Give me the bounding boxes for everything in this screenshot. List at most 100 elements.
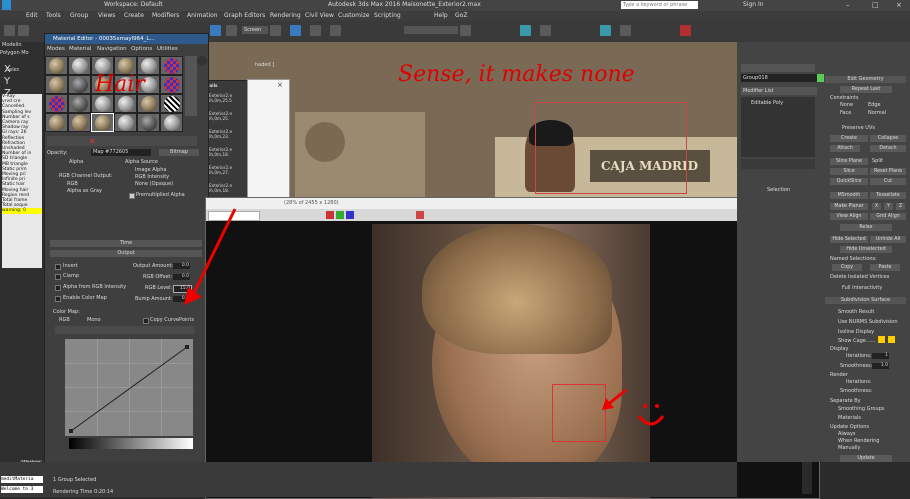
use-nurms-checkbox[interactable]: Use NURMS Subdivision xyxy=(838,319,898,325)
viewport-label[interactable]: haded ] xyxy=(255,62,274,68)
sign-in-button[interactable]: Sign In xyxy=(743,1,764,8)
relax-button[interactable]: Relax xyxy=(840,224,892,231)
material-editor-icon[interactable] xyxy=(540,25,551,36)
object-color-swatch[interactable] xyxy=(817,74,824,82)
search-input[interactable]: Type a keyword or phrase xyxy=(621,1,698,9)
menu-modifiers[interactable]: Modifiers xyxy=(152,12,179,19)
slice-button[interactable]: Slice xyxy=(830,168,868,175)
sample-type-icon[interactable] xyxy=(197,56,207,66)
update-button[interactable]: Update xyxy=(840,455,892,462)
material-slot[interactable] xyxy=(45,94,68,113)
cut-button[interactable]: Cut xyxy=(870,178,906,185)
subdivision-surface-rollout[interactable]: Subdivision Surface xyxy=(825,297,906,304)
tab-polygon-modeling[interactable]: Polygon Mo xyxy=(0,50,29,56)
dialog-close-icon[interactable]: × xyxy=(277,81,283,89)
smooth-result-checkbox[interactable]: Smooth Result xyxy=(838,309,874,315)
cage-color-swatch[interactable] xyxy=(878,336,885,343)
command-tabs[interactable] xyxy=(741,64,815,72)
material-slot[interactable] xyxy=(137,113,160,132)
schematic-icon[interactable] xyxy=(520,25,531,36)
render-region-icon[interactable] xyxy=(416,211,424,219)
angle-snap-icon[interactable] xyxy=(310,25,321,36)
cage-selected-color-swatch[interactable] xyxy=(888,336,895,343)
edit-geometry-rollout[interactable]: Edit Geometry xyxy=(825,76,906,83)
delete-material-icon[interactable]: ✕ xyxy=(89,137,96,146)
alpha-from-rgb-checkbox[interactable] xyxy=(55,285,61,291)
menu-create[interactable]: Create xyxy=(124,12,144,19)
pivot-icon[interactable] xyxy=(270,25,281,36)
minimize-icon[interactable]: – xyxy=(846,1,850,9)
channel-green-icon[interactable] xyxy=(336,211,344,219)
map-type-button[interactable]: Bitmap xyxy=(159,149,199,156)
close-icon[interactable]: × xyxy=(896,1,902,9)
material-slot[interactable] xyxy=(68,56,91,75)
undo-icon[interactable] xyxy=(4,25,15,36)
planar-y-button[interactable]: Y xyxy=(884,203,893,210)
menu-options[interactable]: Options xyxy=(131,46,152,52)
display-smoothness-spinner[interactable]: 1.0 xyxy=(872,363,889,369)
hide-unselected-button[interactable]: Hide Unselected xyxy=(840,246,892,253)
full-interactivity-checkbox[interactable]: Full Interactivity xyxy=(842,285,882,291)
update-always[interactable]: Always xyxy=(838,431,856,437)
msmooth-button[interactable]: MSmooth xyxy=(830,192,868,199)
planar-z-button[interactable]: Z xyxy=(896,203,905,210)
quickslice-button[interactable]: QuickSlice xyxy=(830,178,868,185)
mirror-icon[interactable] xyxy=(460,25,471,36)
slice-plane-button[interactable]: Slice Plane xyxy=(830,158,868,165)
copy-curve-checkbox[interactable] xyxy=(143,318,149,324)
hide-selected-button[interactable]: Hide Selected xyxy=(830,236,868,243)
menu-views[interactable]: Views xyxy=(98,12,115,19)
menu-help[interactable]: Help xyxy=(434,12,448,19)
material-slot[interactable] xyxy=(160,56,183,75)
menu-navigation[interactable]: Navigation xyxy=(97,46,127,52)
select-icon[interactable] xyxy=(210,25,221,36)
attach-button[interactable]: Attach xyxy=(830,145,860,152)
maxscript-listener[interactable]: meditMateria xyxy=(1,476,43,483)
preserve-uvs-checkbox[interactable]: Preserve UVs xyxy=(842,125,875,131)
alpha-source-image[interactable]: Image Alpha xyxy=(135,167,166,173)
repeat-last-button[interactable]: Repeat Last xyxy=(840,86,892,93)
invert-checkbox[interactable] xyxy=(55,264,61,270)
color-map-rgb[interactable]: RGB xyxy=(59,317,70,323)
channel-blue-icon[interactable] xyxy=(346,211,354,219)
snap-icon[interactable] xyxy=(290,25,301,36)
grid-align-button[interactable]: Grid Align xyxy=(870,213,906,220)
smoothing-groups-checkbox[interactable]: Smoothing Groups xyxy=(838,406,884,412)
menu-group[interactable]: Group xyxy=(70,12,88,19)
constraint-none[interactable]: None xyxy=(840,102,853,108)
workspace-dropdown[interactable]: Workspace: Default xyxy=(104,1,163,8)
menu-utilities[interactable]: Utilities xyxy=(157,46,178,52)
menu-goz[interactable]: GoZ xyxy=(455,12,467,19)
channel-red-icon[interactable] xyxy=(326,211,334,219)
modifier-list-dropdown[interactable]: Modifier List xyxy=(741,87,817,95)
map-name-field[interactable]: Map #772605 xyxy=(91,149,151,156)
curve-toolbar[interactable] xyxy=(55,326,195,334)
render-production-icon[interactable] xyxy=(680,25,691,36)
clamp-checkbox[interactable] xyxy=(55,274,61,280)
materials-checkbox[interactable]: Materials xyxy=(838,415,861,421)
create-button[interactable]: Create xyxy=(830,135,868,142)
menu-rendering[interactable]: Rendering xyxy=(270,12,301,19)
material-slot[interactable] xyxy=(160,94,183,113)
menu-animation[interactable]: Animation xyxy=(187,12,218,19)
rgb-output-rgb[interactable]: RGB xyxy=(67,181,78,187)
premultiplied-checkbox[interactable] xyxy=(129,193,135,199)
update-when-rendering[interactable]: When Rendering xyxy=(838,438,879,444)
app-logo-icon[interactable] xyxy=(2,0,11,10)
display-iterations-spinner[interactable]: 1 xyxy=(872,353,889,359)
menu-modes[interactable]: Modes xyxy=(47,46,65,52)
material-slot[interactable] xyxy=(68,113,91,132)
detach-button[interactable]: Detach xyxy=(870,145,906,152)
unhide-all-button[interactable]: Unhide All xyxy=(870,236,906,243)
split-checkbox[interactable]: Split xyxy=(872,158,883,164)
material-slot[interactable] xyxy=(114,113,137,132)
reference-coord-dropdown[interactable]: Screen xyxy=(242,26,268,34)
color-map-graph[interactable] xyxy=(65,339,193,436)
slot-side-toolbar[interactable] xyxy=(185,56,197,116)
reset-plane-button[interactable]: Reset Plane xyxy=(870,168,906,175)
selection-rollout[interactable]: Selection xyxy=(767,187,790,193)
alpha-source-none[interactable]: None (Opaque) xyxy=(135,181,173,187)
delete-isolated-checkbox[interactable]: Delete Isolated Vertices xyxy=(830,274,889,280)
alpha-source-rgb[interactable]: RGB Intensity xyxy=(135,174,169,180)
material-slot-active[interactable] xyxy=(91,113,114,132)
